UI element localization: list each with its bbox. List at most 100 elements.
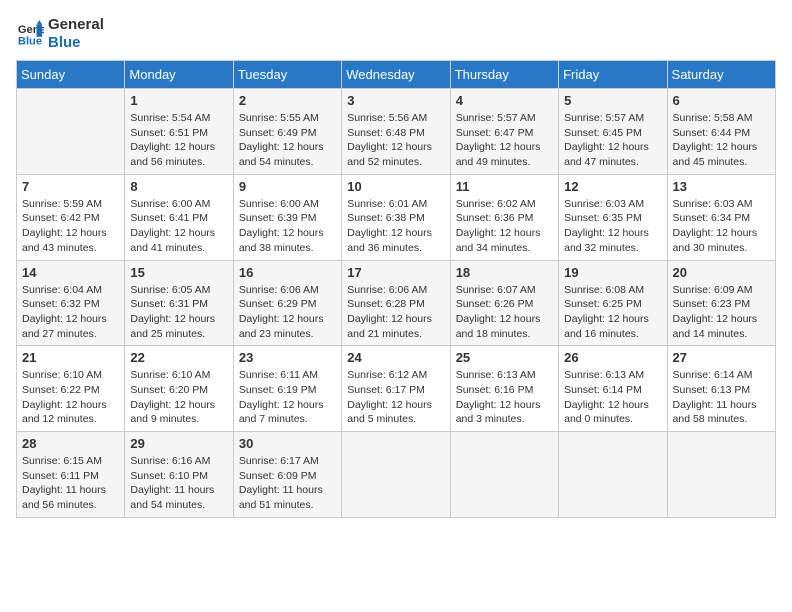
day-info: Sunrise: 6:01 AM Sunset: 6:38 PM Dayligh…: [347, 197, 444, 256]
day-number: 22: [130, 350, 227, 365]
calendar-cell: 24Sunrise: 6:12 AM Sunset: 6:17 PM Dayli…: [342, 346, 450, 432]
day-info: Sunrise: 5:54 AM Sunset: 6:51 PM Dayligh…: [130, 111, 227, 170]
calendar-cell: 13 Sunrise: 6:03 AM Sunset: 6:34 PM Dayli…: [667, 174, 775, 260]
day-number: 10: [347, 179, 444, 194]
calendar-cell: 30 Sunrise: 6:17 AM Sunset: 6:09 PM Dayli…: [233, 432, 341, 518]
svg-text:Blue: Blue: [18, 35, 42, 47]
calendar-cell: 20Sunrise: 6:09 AM Sunset: 6:23 PM Dayli…: [667, 260, 775, 346]
day-info: Sunrise: 6:03 AM Sunset: 6:34 PM Dayligh…: [673, 197, 770, 256]
day-info: Sunrise: 6:11 AM Sunset: 6:19 PM Dayligh…: [239, 368, 336, 427]
calendar-cell: 16Sunrise: 6:06 AM Sunset: 6:29 PM Dayli…: [233, 260, 341, 346]
day-number: 5: [564, 93, 661, 108]
calendar-week-row: 21 Sunrise: 6:10 AM Sunset: 6:22 PM Dayli…: [17, 346, 776, 432]
calendar-cell: 26Sunrise: 6:13 AM Sunset: 6:14 PM Dayli…: [559, 346, 667, 432]
logo: General Blue General Blue: [16, 16, 104, 52]
calendar-week-row: 28 Sunrise: 6:15 AM Sunset: 6:11 PM Dayli…: [17, 432, 776, 518]
day-info: Sunrise: 6:03 AM Sunset: 6:35 PM Dayligh…: [564, 197, 661, 256]
calendar-cell: 29 Sunrise: 6:16 AM Sunset: 6:10 PM Dayli…: [125, 432, 233, 518]
day-number: 25: [456, 350, 553, 365]
calendar-cell: 22Sunrise: 6:10 AM Sunset: 6:20 PM Dayli…: [125, 346, 233, 432]
day-info: Sunrise: 5:59 AM Sunset: 6:42 PM Dayligh…: [22, 197, 119, 256]
day-info: Sunrise: 6:12 AM Sunset: 6:17 PM Dayligh…: [347, 368, 444, 427]
calendar-cell: [342, 432, 450, 518]
day-info: Sunrise: 6:02 AM Sunset: 6:36 PM Dayligh…: [456, 197, 553, 256]
calendar-cell: 10 Sunrise: 6:01 AM Sunset: 6:38 PM Dayli…: [342, 174, 450, 260]
calendar-cell: 15 Sunrise: 6:05 AM Sunset: 6:31 PM Dayli…: [125, 260, 233, 346]
calendar-day-header: Sunday: [17, 61, 125, 89]
day-info: Sunrise: 6:00 AM Sunset: 6:41 PM Dayligh…: [130, 197, 227, 256]
day-number: 3: [347, 93, 444, 108]
day-info: Sunrise: 6:17 AM Sunset: 6:09 PM Dayligh…: [239, 454, 336, 513]
page-header: General Blue General Blue: [16, 16, 776, 52]
calendar-week-row: 7 Sunrise: 5:59 AM Sunset: 6:42 PM Daylig…: [17, 174, 776, 260]
calendar-day-header: Saturday: [667, 61, 775, 89]
calendar-cell: 1 Sunrise: 5:54 AM Sunset: 6:51 PM Daylig…: [125, 89, 233, 175]
day-info: Sunrise: 5:55 AM Sunset: 6:49 PM Dayligh…: [239, 111, 336, 170]
calendar-cell: 4 Sunrise: 5:57 AM Sunset: 6:47 PM Daylig…: [450, 89, 558, 175]
day-number: 20: [673, 265, 770, 280]
day-number: 1: [130, 93, 227, 108]
day-number: 11: [456, 179, 553, 194]
calendar-cell: 18 Sunrise: 6:07 AM Sunset: 6:26 PM Dayli…: [450, 260, 558, 346]
day-info: Sunrise: 5:57 AM Sunset: 6:45 PM Dayligh…: [564, 111, 661, 170]
calendar-header-row: SundayMondayTuesdayWednesdayThursdayFrid…: [17, 61, 776, 89]
day-info: Sunrise: 6:05 AM Sunset: 6:31 PM Dayligh…: [130, 283, 227, 342]
day-number: 12: [564, 179, 661, 194]
calendar-cell: [559, 432, 667, 518]
calendar-cell: 19 Sunrise: 6:08 AM Sunset: 6:25 PM Dayli…: [559, 260, 667, 346]
calendar-cell: 17Sunrise: 6:06 AM Sunset: 6:28 PM Dayli…: [342, 260, 450, 346]
day-number: 28: [22, 436, 119, 451]
day-number: 6: [673, 93, 770, 108]
day-number: 4: [456, 93, 553, 108]
calendar-cell: 14Sunrise: 6:04 AM Sunset: 6:32 PM Dayli…: [17, 260, 125, 346]
day-number: 16: [239, 265, 336, 280]
calendar-cell: 21 Sunrise: 6:10 AM Sunset: 6:22 PM Dayli…: [17, 346, 125, 432]
day-number: 15: [130, 265, 227, 280]
day-info: Sunrise: 5:58 AM Sunset: 6:44 PM Dayligh…: [673, 111, 770, 170]
calendar-cell: 7 Sunrise: 5:59 AM Sunset: 6:42 PM Daylig…: [17, 174, 125, 260]
calendar-cell: 6 Sunrise: 5:58 AM Sunset: 6:44 PM Daylig…: [667, 89, 775, 175]
day-info: Sunrise: 6:15 AM Sunset: 6:11 PM Dayligh…: [22, 454, 119, 513]
day-info: Sunrise: 6:00 AM Sunset: 6:39 PM Dayligh…: [239, 197, 336, 256]
calendar-cell: [450, 432, 558, 518]
calendar-cell: 27 Sunrise: 6:14 AM Sunset: 6:13 PM Dayli…: [667, 346, 775, 432]
day-info: Sunrise: 6:07 AM Sunset: 6:26 PM Dayligh…: [456, 283, 553, 342]
day-info: Sunrise: 5:56 AM Sunset: 6:48 PM Dayligh…: [347, 111, 444, 170]
day-info: Sunrise: 6:10 AM Sunset: 6:22 PM Dayligh…: [22, 368, 119, 427]
day-number: 7: [22, 179, 119, 194]
day-number: 27: [673, 350, 770, 365]
day-info: Sunrise: 5:57 AM Sunset: 6:47 PM Dayligh…: [456, 111, 553, 170]
calendar-cell: 28 Sunrise: 6:15 AM Sunset: 6:11 PM Dayli…: [17, 432, 125, 518]
calendar-cell: 5 Sunrise: 5:57 AM Sunset: 6:45 PM Daylig…: [559, 89, 667, 175]
calendar-cell: 2Sunrise: 5:55 AM Sunset: 6:49 PM Daylig…: [233, 89, 341, 175]
calendar-week-row: 14Sunrise: 6:04 AM Sunset: 6:32 PM Dayli…: [17, 260, 776, 346]
day-number: 9: [239, 179, 336, 194]
day-number: 21: [22, 350, 119, 365]
calendar-cell: 11 Sunrise: 6:02 AM Sunset: 6:36 PM Dayli…: [450, 174, 558, 260]
day-info: Sunrise: 6:06 AM Sunset: 6:28 PM Dayligh…: [347, 283, 444, 342]
logo-general: General: [48, 16, 104, 34]
day-number: 23: [239, 350, 336, 365]
calendar-cell: 23 Sunrise: 6:11 AM Sunset: 6:19 PM Dayli…: [233, 346, 341, 432]
calendar-cell: [667, 432, 775, 518]
calendar-week-row: 1 Sunrise: 5:54 AM Sunset: 6:51 PM Daylig…: [17, 89, 776, 175]
day-info: Sunrise: 6:16 AM Sunset: 6:10 PM Dayligh…: [130, 454, 227, 513]
day-number: 29: [130, 436, 227, 451]
day-number: 13: [673, 179, 770, 194]
day-info: Sunrise: 6:04 AM Sunset: 6:32 PM Dayligh…: [22, 283, 119, 342]
day-info: Sunrise: 6:08 AM Sunset: 6:25 PM Dayligh…: [564, 283, 661, 342]
calendar-cell: 25 Sunrise: 6:13 AM Sunset: 6:16 PM Dayli…: [450, 346, 558, 432]
calendar-day-header: Thursday: [450, 61, 558, 89]
calendar-cell: 3 Sunrise: 5:56 AM Sunset: 6:48 PM Daylig…: [342, 89, 450, 175]
calendar-table: SundayMondayTuesdayWednesdayThursdayFrid…: [16, 60, 776, 518]
day-number: 8: [130, 179, 227, 194]
calendar-cell: 9 Sunrise: 6:00 AM Sunset: 6:39 PM Daylig…: [233, 174, 341, 260]
day-number: 19: [564, 265, 661, 280]
day-info: Sunrise: 6:13 AM Sunset: 6:16 PM Dayligh…: [456, 368, 553, 427]
calendar-cell: [17, 89, 125, 175]
day-number: 26: [564, 350, 661, 365]
day-number: 30: [239, 436, 336, 451]
day-info: Sunrise: 6:14 AM Sunset: 6:13 PM Dayligh…: [673, 368, 770, 427]
calendar-cell: 8 Sunrise: 6:00 AM Sunset: 6:41 PM Daylig…: [125, 174, 233, 260]
day-number: 18: [456, 265, 553, 280]
